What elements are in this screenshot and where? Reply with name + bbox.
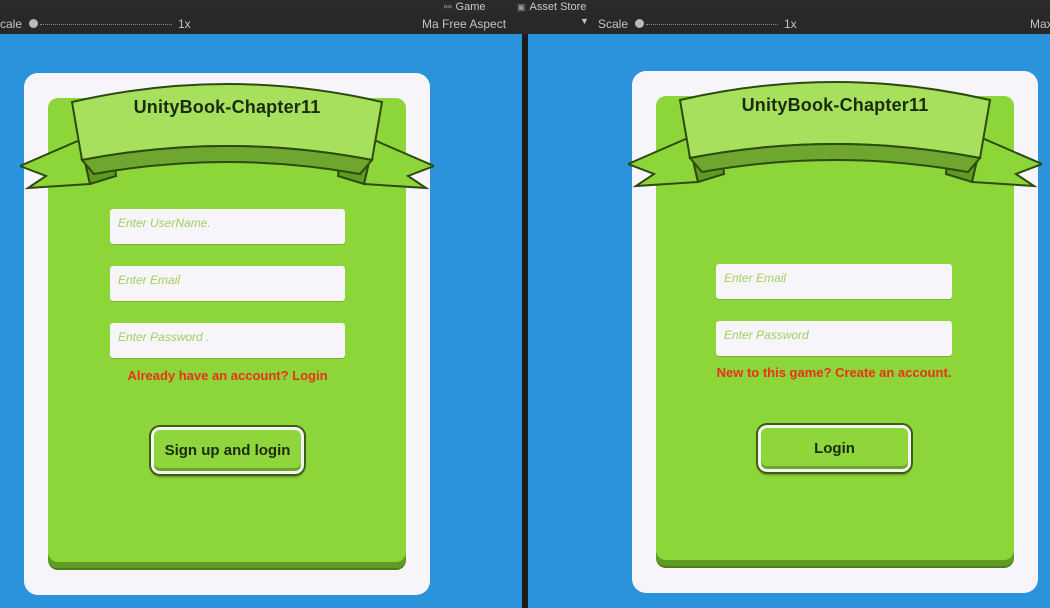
game-view-signup: UnityBook-Chapter11 Already have an acco… <box>0 34 522 608</box>
email-field[interactable] <box>716 264 952 299</box>
scale-value: 1x <box>784 17 797 31</box>
scale-label: cale <box>0 17 23 31</box>
scale-slider-knob[interactable] <box>29 19 38 28</box>
chevron-down-icon[interactable]: ▼ <box>580 16 589 26</box>
signup-button-label: Sign up and login <box>164 442 291 459</box>
scale-slider-knob[interactable] <box>635 19 644 28</box>
aspect-dropdown[interactable]: Free Aspect <box>442 17 506 31</box>
username-input[interactable] <box>110 209 345 244</box>
login-button-label: Login <box>814 440 855 457</box>
create-account-link[interactable]: New to this game? Create an account. <box>694 365 974 380</box>
tab-asset-store[interactable]: ▣ Asset Store <box>517 0 586 13</box>
login-switch-link[interactable]: Already have an account? Login <box>110 368 345 383</box>
scale-slider-track[interactable] <box>40 24 172 25</box>
left-game-toolbar: cale 1x Ma <box>0 14 440 34</box>
gamepad-icon: ⚯ <box>444 1 452 12</box>
game-view-login: UnityBook-Chapter11 New to this game? Cr… <box>528 34 1050 608</box>
password-input[interactable] <box>716 321 952 356</box>
username-field[interactable] <box>110 209 345 244</box>
tab-game[interactable]: ⚯ Game <box>444 0 486 13</box>
signup-login-button[interactable]: Sign up and login <box>151 427 304 474</box>
password-input[interactable] <box>110 323 345 358</box>
password-field[interactable] <box>716 321 952 356</box>
password-field[interactable] <box>110 323 345 358</box>
email-input[interactable] <box>110 266 345 301</box>
maximize-toggle[interactable]: Ma <box>422 17 439 31</box>
game-title: UnityBook-Chapter11 <box>133 97 321 117</box>
email-input[interactable] <box>716 264 952 299</box>
scale-value: 1x <box>178 17 191 31</box>
game-title: UnityBook-Chapter11 <box>741 95 929 115</box>
login-button[interactable]: Login <box>758 425 911 472</box>
maximize-toggle[interactable]: Max <box>1030 17 1050 31</box>
scale-label: Scale <box>598 17 629 31</box>
asset-store-icon: ▣ <box>517 1 526 12</box>
right-game-toolbar: Free Aspect ▼ Scale 1x Max <box>440 14 1050 34</box>
scale-slider-track[interactable] <box>646 24 778 25</box>
email-field[interactable] <box>110 266 345 301</box>
editor-tab-bar: ⚯ Game ▣ Asset Store <box>0 0 1050 14</box>
